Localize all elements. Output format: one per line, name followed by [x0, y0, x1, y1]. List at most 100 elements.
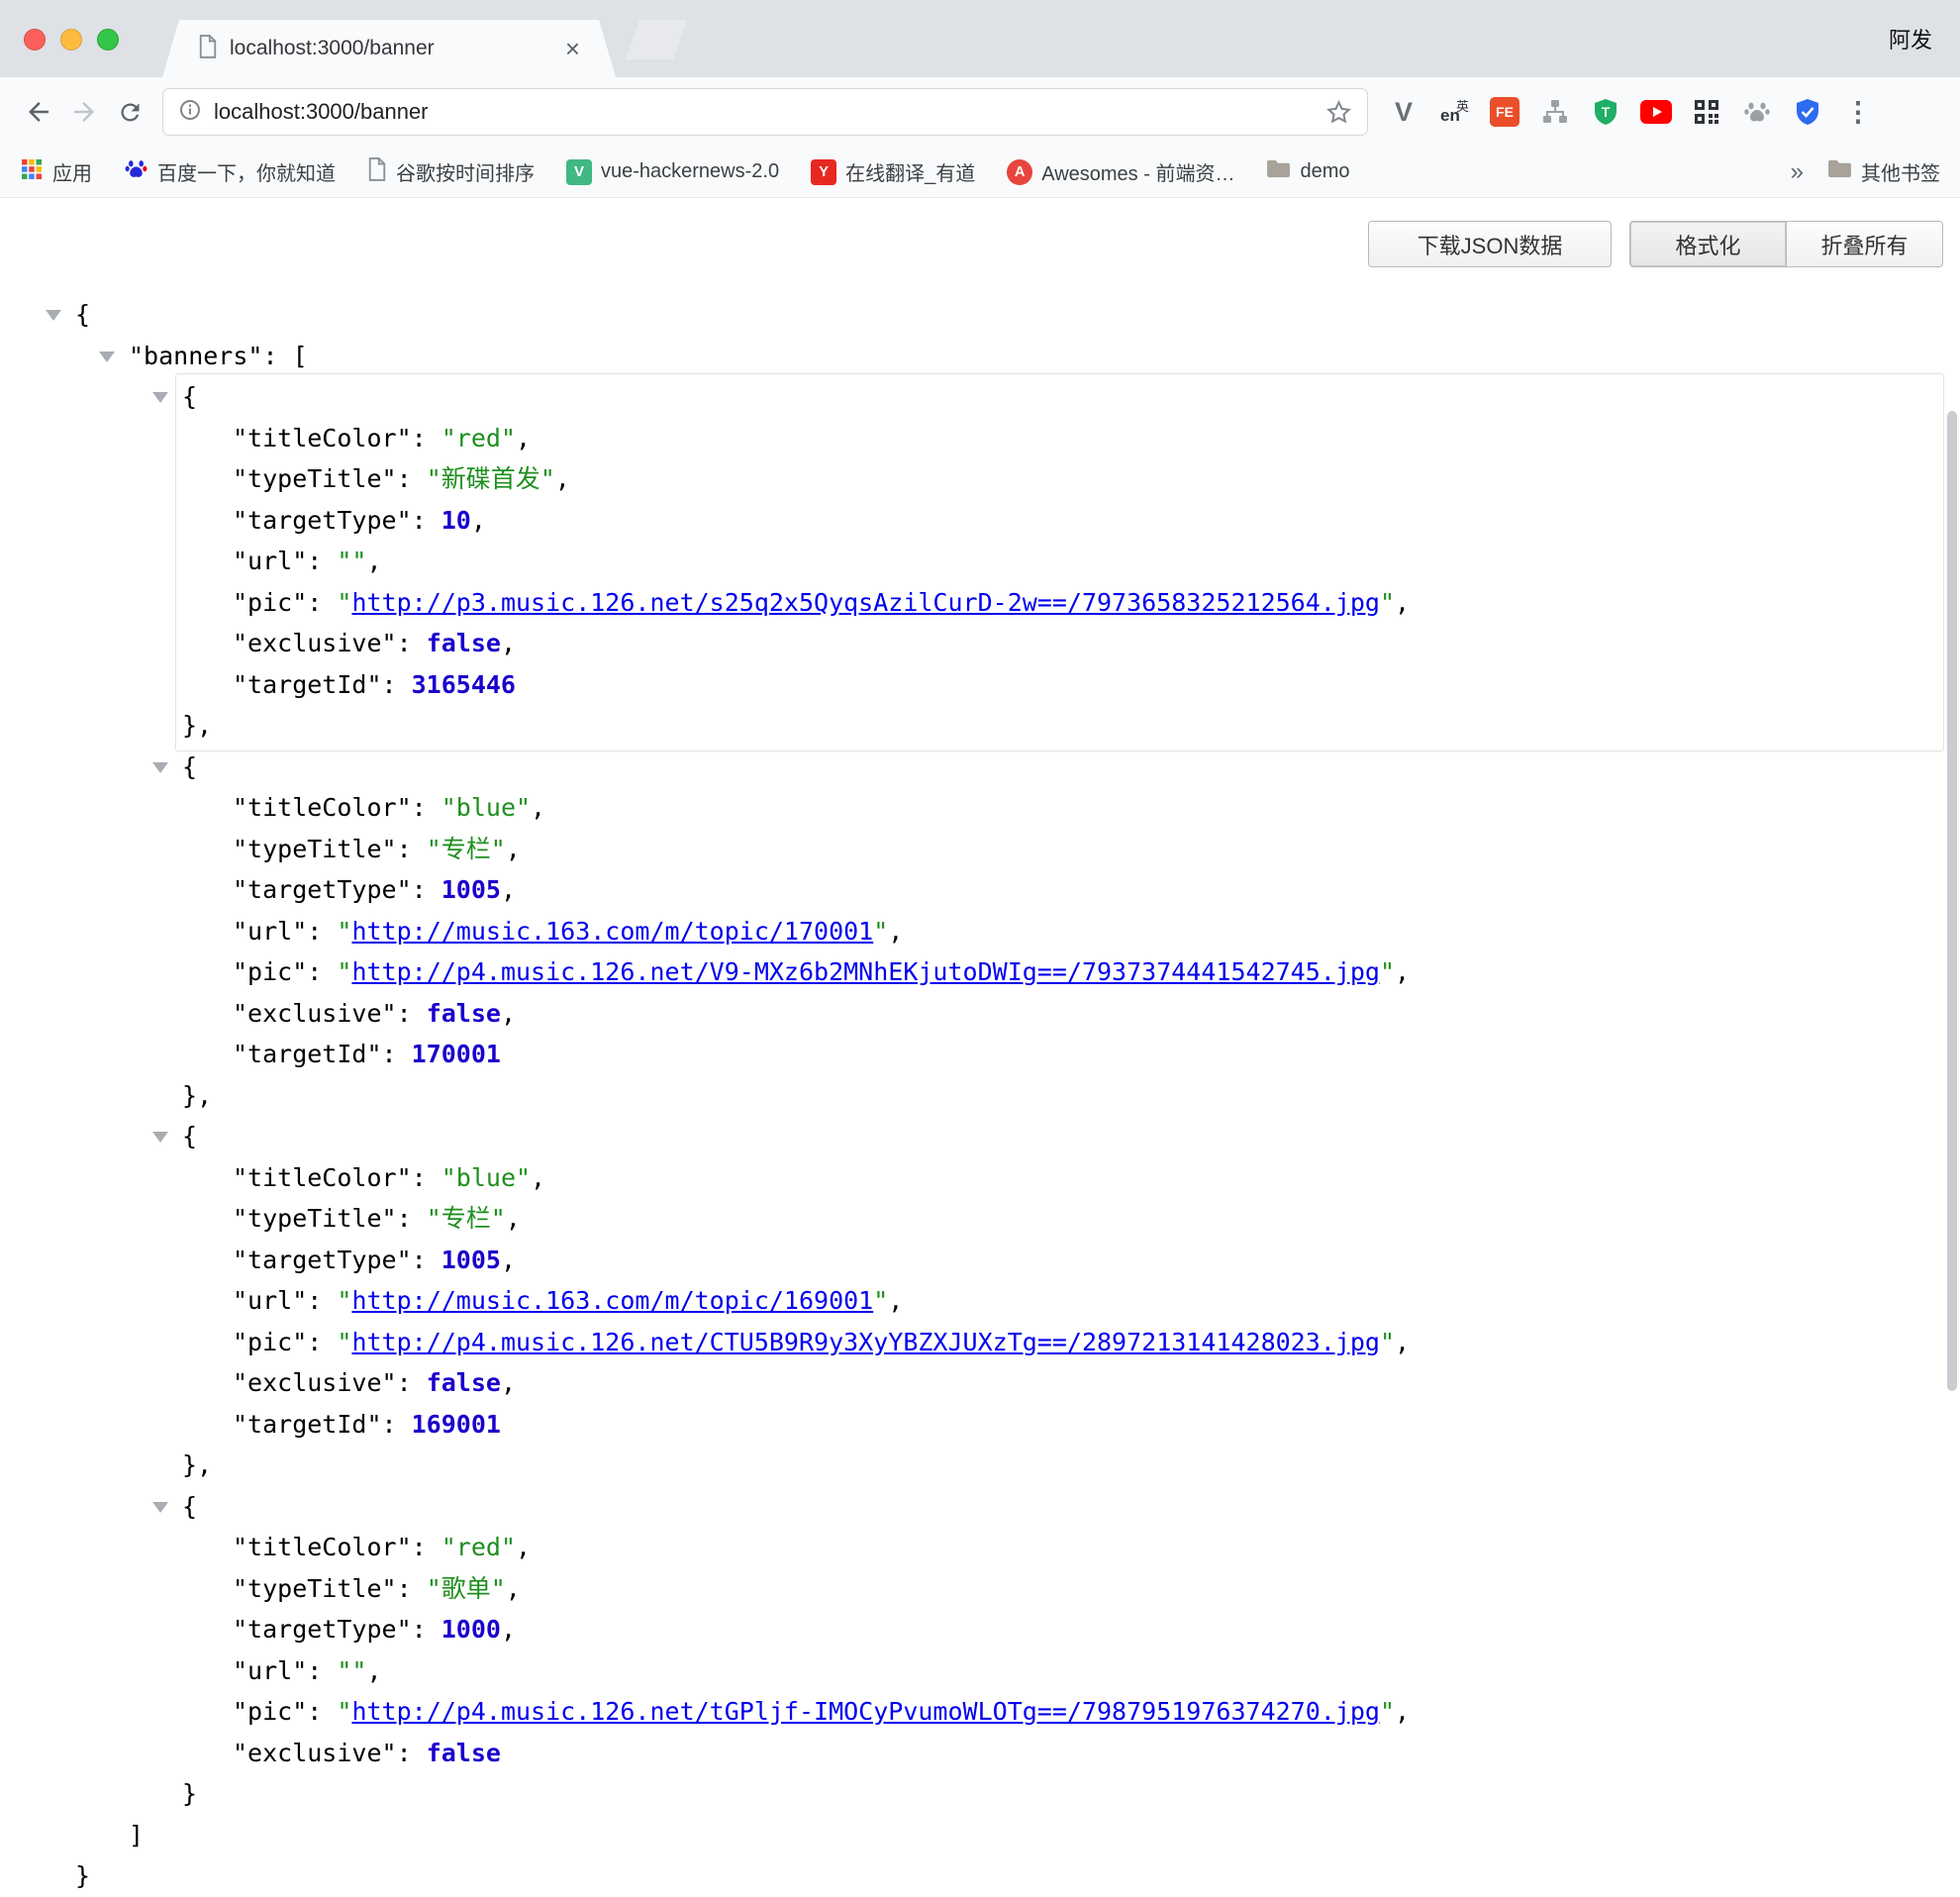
json-url-link[interactable]: http://p4.music.126.net/V9-MXz6b2MNhEKju…: [351, 957, 1380, 986]
bookmark-youdao-translate[interactable]: Y 在线翻译_有道: [811, 157, 975, 186]
paw-extension-icon[interactable]: [1741, 96, 1773, 128]
json-punctuation: :: [382, 670, 412, 699]
extensions-area: V en英 FE T ⋮: [1388, 96, 1874, 128]
json-punctuation: : [: [262, 342, 307, 370]
json-literal: false: [427, 999, 501, 1028]
reload-button[interactable]: [107, 89, 152, 135]
collapse-toggle-icon[interactable]: [152, 1132, 168, 1143]
json-punctuation: :: [307, 588, 337, 617]
json-quote: ": [1380, 1697, 1395, 1726]
page-info-icon[interactable]: [178, 98, 202, 127]
json-punctuation: ,: [501, 629, 516, 657]
bookmark-awesomes[interactable]: A Awesomes - 前端资…: [1007, 157, 1234, 186]
bookmark-vue-hackernews[interactable]: V vue-hackernews-2.0: [566, 159, 779, 185]
json-punctuation: {: [182, 1122, 197, 1150]
json-punctuation: ,: [366, 1656, 381, 1685]
format-collapse-group: 格式化 折叠所有: [1629, 221, 1943, 267]
json-url-link[interactable]: http://music.163.com/m/topic/170001: [351, 917, 873, 946]
json-punctuation: ,: [501, 1368, 516, 1397]
back-button[interactable]: [16, 89, 61, 135]
bookmark-star-icon[interactable]: [1325, 99, 1352, 126]
org-chart-extension-icon[interactable]: [1539, 96, 1571, 128]
json-string: "": [337, 1656, 366, 1685]
json-url-link[interactable]: http://p4.music.126.net/tGPljf-IMOCyPvum…: [351, 1697, 1380, 1726]
vimium-extension-icon[interactable]: V: [1388, 96, 1420, 128]
new-tab-button[interactable]: [626, 20, 687, 59]
fe-extension-icon[interactable]: FE: [1489, 96, 1520, 128]
json-line: "pic": "http://p4.music.126.net/tGPljf-I…: [0, 1691, 1960, 1733]
json-quote: ": [337, 588, 351, 617]
blue-shield-extension-icon[interactable]: [1792, 96, 1823, 128]
collapse-toggle-icon[interactable]: [152, 762, 168, 773]
bookmark-label: 应用: [52, 157, 92, 186]
json-punctuation: ,: [888, 1286, 903, 1315]
json-url-link[interactable]: http://p3.music.126.net/s25q2x5QyqsAzilC…: [351, 588, 1380, 617]
json-line: "exclusive": false: [0, 1733, 1960, 1774]
youtube-extension-icon[interactable]: [1640, 96, 1672, 128]
json-quote: ": [873, 917, 888, 946]
json-punctuation: :: [397, 999, 427, 1028]
window-close-button[interactable]: [24, 29, 46, 50]
json-punctuation: ,: [1395, 957, 1410, 986]
browser-tab[interactable]: localhost:3000/banner ×: [162, 20, 616, 77]
download-json-button[interactable]: 下载JSON数据: [1368, 221, 1612, 267]
baidu-paw-icon: [124, 156, 148, 187]
json-punctuation: ,: [506, 1204, 521, 1233]
json-line: "targetId": 3165446: [0, 664, 1960, 706]
bookmarks-bar: 应用 百度一下，你就知道 谷歌按时间排序 V vue-hackernews-2.…: [0, 147, 1960, 198]
bookmark-label: demo: [1300, 160, 1349, 183]
green-shield-extension-icon[interactable]: T: [1590, 96, 1621, 128]
json-key: "url": [233, 1286, 307, 1315]
bookmark-apps[interactable]: 应用: [20, 157, 92, 187]
profile-name: 阿发: [1889, 23, 1932, 54]
json-key: "titleColor": [233, 424, 412, 452]
json-url-link[interactable]: http://p4.music.126.net/CTU5B9R9y3XyYBZX…: [351, 1328, 1380, 1356]
bookmark-label: Awesomes - 前端资…: [1041, 157, 1234, 186]
bookmark-google-sort[interactable]: 谷歌按时间排序: [367, 157, 535, 187]
json-punctuation: :: [412, 506, 441, 535]
json-key: "pic": [233, 1328, 307, 1356]
address-bar[interactable]: localhost:3000/banner: [162, 88, 1368, 136]
svg-text:T: T: [1602, 104, 1611, 120]
window-minimize-button[interactable]: [60, 29, 82, 50]
bookmarks-overflow-chevron-icon[interactable]: »: [1791, 158, 1804, 186]
collapse-toggle-icon[interactable]: [99, 351, 115, 362]
json-line: {: [0, 294, 1960, 336]
forward-button[interactable]: [61, 89, 107, 135]
json-line: {: [0, 376, 1960, 418]
json-line: "titleColor": "red",: [0, 1527, 1960, 1568]
json-punctuation: :: [412, 793, 441, 822]
format-button[interactable]: 格式化: [1629, 221, 1787, 267]
json-quote: ": [1380, 1328, 1395, 1356]
json-viewer: {"banners": [{"titleColor": "red","typeT…: [0, 294, 1960, 1897]
qr-code-extension-icon[interactable]: [1691, 96, 1722, 128]
window-zoom-button[interactable]: [97, 29, 119, 50]
collapse-toggle-icon[interactable]: [46, 310, 61, 321]
json-line: "exclusive": false,: [0, 623, 1960, 664]
json-url-link[interactable]: http://music.163.com/m/topic/169001: [351, 1286, 873, 1315]
tab-close-icon[interactable]: ×: [565, 36, 580, 61]
collapse-all-button[interactable]: 折叠所有: [1786, 221, 1943, 267]
bookmark-baidu[interactable]: 百度一下，你就知道: [124, 156, 336, 187]
json-quote: ": [873, 1286, 888, 1315]
browser-menu-icon[interactable]: ⋮: [1842, 96, 1874, 128]
collapse-toggle-icon[interactable]: [152, 1502, 168, 1513]
json-punctuation: :: [412, 1615, 441, 1644]
json-key: "url": [233, 917, 307, 946]
bookmark-label: 在线翻译_有道: [845, 157, 975, 186]
other-bookmarks-folder[interactable]: 其他书签: [1827, 157, 1940, 186]
json-literal: 10: [441, 506, 471, 535]
translate-extension-icon[interactable]: en英: [1438, 96, 1470, 128]
json-string: "red": [441, 1533, 516, 1561]
json-line: "url": "",: [0, 541, 1960, 582]
json-string: "专栏": [427, 1204, 506, 1233]
tab-strip: localhost:3000/banner × 阿发: [0, 0, 1960, 77]
collapse-toggle-icon[interactable]: [152, 392, 168, 403]
apps-grid-icon: [20, 157, 44, 187]
bookmark-folder-demo[interactable]: demo: [1266, 158, 1349, 185]
bookmark-label: vue-hackernews-2.0: [601, 160, 779, 183]
json-key: "targetId": [233, 1410, 382, 1439]
json-key: "exclusive": [233, 999, 397, 1028]
json-key: "typeTitle": [233, 835, 397, 863]
scrollbar-thumb[interactable]: [1947, 411, 1957, 1391]
